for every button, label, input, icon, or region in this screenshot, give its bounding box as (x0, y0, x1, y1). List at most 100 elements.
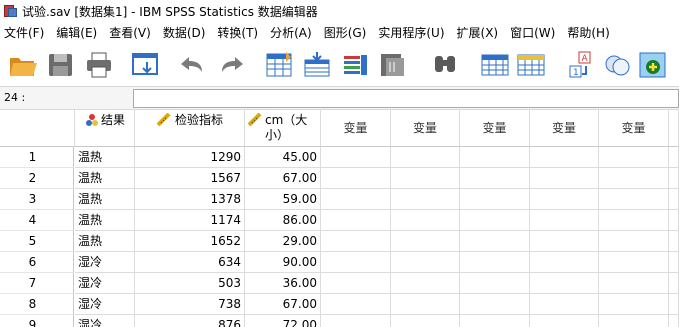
select-cases-icon[interactable] (638, 50, 668, 80)
result-cell[interactable]: 温热 (75, 189, 135, 210)
empty-cell[interactable] (669, 273, 679, 294)
cm-cell[interactable]: 29.00 (245, 231, 321, 252)
empty-cell[interactable] (530, 273, 599, 294)
save-icon[interactable] (46, 50, 76, 80)
cm-cell[interactable]: 67.00 (245, 294, 321, 315)
empty-variable-header[interactable]: 变量 (321, 110, 391, 147)
row-number[interactable]: 3 (0, 189, 74, 210)
empty-cell[interactable] (321, 294, 391, 315)
corner-cell[interactable] (0, 110, 75, 147)
empty-cell[interactable] (530, 252, 599, 273)
result-cell[interactable]: 温热 (75, 168, 135, 189)
empty-cell[interactable] (669, 294, 679, 315)
result-cell[interactable]: 温热 (75, 210, 135, 231)
empty-cell[interactable] (460, 210, 530, 231)
column-header[interactable]: 检验指标 (135, 110, 245, 147)
empty-cell[interactable] (321, 252, 391, 273)
index-cell[interactable]: 1290 (135, 147, 245, 168)
result-cell[interactable]: 湿冷 (75, 315, 135, 327)
empty-cell[interactable] (599, 168, 669, 189)
empty-cell[interactable] (391, 147, 460, 168)
cm-cell[interactable]: 86.00 (245, 210, 321, 231)
empty-cell[interactable] (321, 315, 391, 327)
dialog-recall-icon[interactable] (130, 50, 160, 80)
insert-variable-icon[interactable] (516, 50, 546, 80)
empty-cell[interactable] (599, 147, 669, 168)
empty-cell[interactable] (599, 315, 669, 327)
index-cell[interactable]: 634 (135, 252, 245, 273)
cm-cell[interactable]: 45.00 (245, 147, 321, 168)
menu-window[interactable]: 窗口(W) (504, 22, 561, 44)
menu-extensions[interactable]: 扩展(X) (451, 22, 505, 44)
empty-cell[interactable] (321, 147, 391, 168)
empty-cell[interactable] (460, 315, 530, 327)
goto-case-icon[interactable] (264, 50, 294, 80)
empty-cell[interactable] (391, 315, 460, 327)
empty-cell[interactable] (669, 147, 679, 168)
split-file-icon[interactable]: A1 (566, 50, 596, 80)
row-number[interactable]: 8 (0, 294, 74, 315)
menu-graphs[interactable]: 图形(G) (318, 22, 373, 44)
empty-cell[interactable] (669, 315, 679, 327)
run-descriptives-icon[interactable] (378, 50, 408, 80)
cm-cell[interactable]: 90.00 (245, 252, 321, 273)
result-cell[interactable]: 湿冷 (75, 294, 135, 315)
index-cell[interactable]: 1652 (135, 231, 245, 252)
index-cell[interactable]: 1174 (135, 210, 245, 231)
redo-icon[interactable] (218, 50, 248, 80)
empty-cell[interactable] (321, 273, 391, 294)
row-number[interactable]: 5 (0, 231, 74, 252)
menu-edit[interactable]: 编辑(E) (50, 22, 103, 44)
empty-cell[interactable] (530, 231, 599, 252)
result-cell[interactable]: 温热 (75, 147, 135, 168)
empty-cell[interactable] (321, 168, 391, 189)
empty-cell[interactable] (669, 231, 679, 252)
empty-cell[interactable] (599, 210, 669, 231)
open-icon[interactable] (8, 50, 38, 80)
empty-cell[interactable] (391, 168, 460, 189)
menu-utilities[interactable]: 实用程序(U) (372, 22, 450, 44)
menu-help[interactable]: 帮助(H) (561, 22, 615, 44)
cm-cell[interactable]: 67.00 (245, 168, 321, 189)
find-icon[interactable] (430, 50, 460, 80)
menu-file[interactable]: 文件(F) (0, 22, 50, 44)
empty-cell[interactable] (460, 294, 530, 315)
index-cell[interactable]: 1567 (135, 168, 245, 189)
empty-cell[interactable] (460, 231, 530, 252)
empty-cell[interactable] (599, 189, 669, 210)
menu-data[interactable]: 数据(D) (157, 22, 212, 44)
empty-variable-header[interactable]: 变量 (599, 110, 669, 147)
row-number[interactable]: 2 (0, 168, 74, 189)
undo-icon[interactable] (176, 50, 206, 80)
empty-variable-header[interactable]: 变量 (460, 110, 530, 147)
row-number[interactable]: 7 (0, 273, 74, 294)
empty-variable-header[interactable]: 变量 (530, 110, 599, 147)
empty-cell[interactable] (530, 168, 599, 189)
empty-cell[interactable] (321, 189, 391, 210)
empty-cell[interactable] (599, 294, 669, 315)
empty-cell[interactable] (391, 231, 460, 252)
column-header[interactable]: 结果 (75, 110, 135, 147)
print-icon[interactable] (84, 50, 114, 80)
empty-cell[interactable] (460, 147, 530, 168)
menu-transform[interactable]: 转换(T) (211, 22, 264, 44)
empty-cell[interactable] (669, 252, 679, 273)
empty-variable-header[interactable]: 变量 (391, 110, 460, 147)
empty-cell[interactable] (460, 189, 530, 210)
empty-cell[interactable] (669, 189, 679, 210)
empty-cell[interactable] (530, 189, 599, 210)
index-cell[interactable]: 876 (135, 315, 245, 327)
empty-cell[interactable] (460, 252, 530, 273)
result-cell[interactable]: 湿冷 (75, 273, 135, 294)
empty-cell[interactable] (391, 294, 460, 315)
index-cell[interactable]: 738 (135, 294, 245, 315)
index-cell[interactable]: 503 (135, 273, 245, 294)
row-number[interactable]: 4 (0, 210, 74, 231)
menu-view[interactable]: 查看(V) (103, 22, 157, 44)
cell-value-input[interactable] (133, 89, 679, 108)
empty-cell[interactable] (530, 315, 599, 327)
empty-cell[interactable] (460, 273, 530, 294)
empty-cell[interactable] (599, 273, 669, 294)
row-number[interactable]: 9 (0, 315, 74, 327)
result-cell[interactable]: 湿冷 (75, 252, 135, 273)
